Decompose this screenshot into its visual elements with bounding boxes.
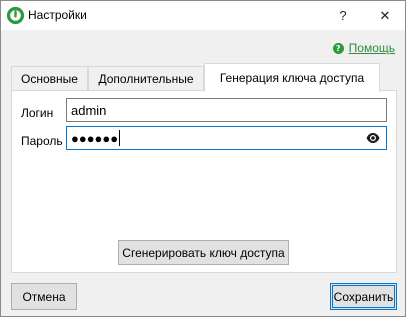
login-label: Логин [21, 106, 54, 120]
app-logo-icon [7, 7, 24, 24]
help-link[interactable]: ? Помощь [332, 41, 395, 55]
password-label: Пароль [21, 134, 63, 148]
generate-access-key-button[interactable]: Сгенерировать ключ доступа [118, 240, 289, 265]
login-input[interactable]: admin [66, 98, 387, 122]
password-value: ●●●●●● [71, 130, 119, 146]
close-button[interactable]: ✕ [363, 1, 406, 30]
text-caret [119, 130, 121, 146]
settings-dialog: Настройки ? ✕ ? Помощь Основные Дополнит… [0, 0, 406, 317]
title-help-button[interactable]: ? [321, 1, 365, 30]
cancel-button[interactable]: Отмена [11, 283, 77, 310]
help-link-label: Помощь [348, 41, 395, 55]
login-value: admin [71, 102, 107, 118]
window-title: Настройки [28, 8, 87, 22]
tab-panel: Логин admin Пароль ●●●●●● Сгенерировать … [11, 90, 397, 273]
save-button[interactable]: Сохранить [330, 283, 397, 310]
tab-advanced[interactable]: Дополнительные [88, 66, 204, 91]
tab-general[interactable]: Основные [11, 66, 88, 91]
help-circle-icon: ? [332, 42, 344, 54]
title-bar: Настройки ? ✕ [1, 1, 405, 30]
eye-icon[interactable] [366, 132, 380, 144]
password-input[interactable]: ●●●●●● [66, 126, 387, 150]
save-button-label: Сохранить [333, 289, 394, 304]
tab-access-key-generation[interactable]: Генерация ключа доступа [204, 63, 380, 92]
